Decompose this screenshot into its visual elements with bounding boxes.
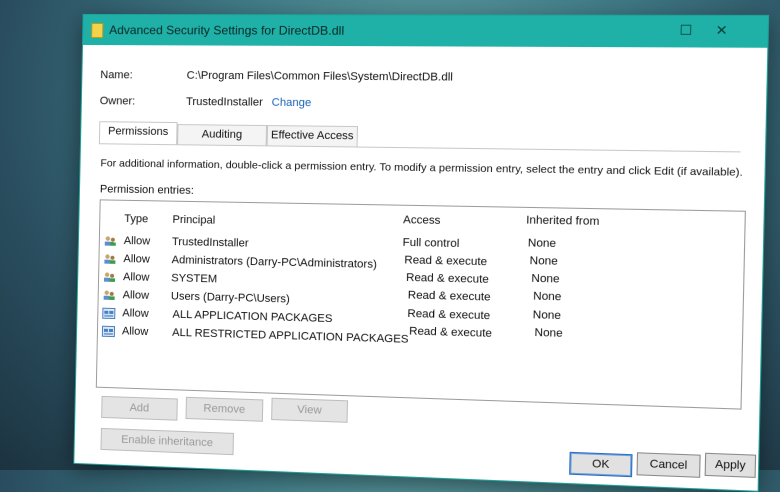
entry-access: Read & execute: [407, 308, 490, 323]
change-owner-link[interactable]: Change: [272, 97, 312, 110]
name-label: Name:: [100, 69, 133, 81]
entry-principal: ALL RESTRICTED APPLICATION PACKAGES: [172, 327, 409, 346]
column-header-access[interactable]: Access: [403, 214, 441, 227]
entry-type: Allow: [124, 235, 151, 248]
permission-entries-label: Permission entries:: [100, 183, 194, 197]
entry-principal: SYSTEM: [171, 272, 217, 285]
owner-value: TrustedInstaller: [186, 96, 263, 109]
tab-permissions[interactable]: Permissions: [99, 121, 178, 144]
user-group-icon: [104, 236, 117, 247]
tab-auditing[interactable]: Auditing: [177, 124, 267, 145]
name-value: C:\Program Files\Common Files\System\Dir…: [187, 70, 454, 84]
entry-type: Allow: [123, 289, 150, 302]
cancel-button[interactable]: Cancel: [636, 452, 700, 478]
entry-access: Read & execute: [408, 289, 491, 303]
folder-icon: [91, 23, 103, 38]
entry-access: Full control: [402, 237, 459, 251]
advanced-security-window: Advanced Security Settings for DirectDB.…: [73, 14, 769, 492]
apply-button[interactable]: Apply: [705, 453, 757, 478]
title-bar[interactable]: Advanced Security Settings for DirectDB.…: [83, 15, 768, 48]
entry-inherited: None: [531, 272, 560, 285]
maximize-button[interactable]: ☐: [679, 22, 692, 39]
entry-access: Read & execute: [404, 254, 487, 268]
description-text: For additional information, double-click…: [100, 157, 743, 179]
entry-inherited: None: [534, 327, 563, 340]
entry-principal: ALL APPLICATION PACKAGES: [172, 309, 332, 326]
window-title: Advanced Security Settings for DirectDB.…: [109, 23, 344, 38]
view-button[interactable]: View: [271, 398, 348, 423]
column-header-principal[interactable]: Principal: [172, 214, 215, 227]
entry-inherited: None: [533, 290, 562, 303]
owner-row: Owner: TrustedInstaller Change: [82, 95, 755, 116]
entry-access: Read & execute: [409, 325, 492, 340]
user-group-icon: [103, 254, 116, 265]
entry-inherited: None: [533, 309, 562, 322]
entry-inherited: None: [528, 237, 557, 250]
tab-bar: Permissions Auditing Effective Access: [99, 123, 741, 152]
name-row: Name: C:\Program Files\Common Files\Syst…: [82, 69, 755, 88]
enable-inheritance-button[interactable]: Enable inheritance: [100, 428, 234, 455]
close-button[interactable]: ✕: [715, 22, 727, 39]
tab-effective-access[interactable]: Effective Access: [267, 125, 358, 146]
user-group-icon: [103, 272, 116, 283]
ok-button[interactable]: OK: [569, 452, 632, 477]
permission-entries-list[interactable]: Type Principal Access Inherited from All…: [96, 199, 746, 409]
entry-type: Allow: [122, 307, 149, 320]
column-header-inherited[interactable]: Inherited from: [526, 214, 599, 228]
entry-type: Allow: [123, 271, 150, 284]
entry-principal: TrustedInstaller: [172, 236, 249, 250]
user-group-icon: [103, 290, 116, 301]
app-package-icon: [102, 308, 115, 319]
entry-principal: Users (Darry-PC\Users): [171, 290, 290, 305]
column-header-type[interactable]: Type: [124, 213, 148, 226]
entry-inherited: None: [529, 255, 558, 268]
entry-type: Allow: [123, 253, 150, 266]
entry-type: Allow: [122, 325, 149, 338]
entry-access: Read & execute: [406, 272, 489, 286]
remove-button[interactable]: Remove: [185, 397, 263, 422]
add-button[interactable]: Add: [101, 396, 178, 421]
owner-label: Owner:: [100, 95, 136, 107]
app-package-icon: [102, 326, 115, 337]
entry-principal: Administrators (Darry-PC\Administrators): [172, 254, 377, 271]
